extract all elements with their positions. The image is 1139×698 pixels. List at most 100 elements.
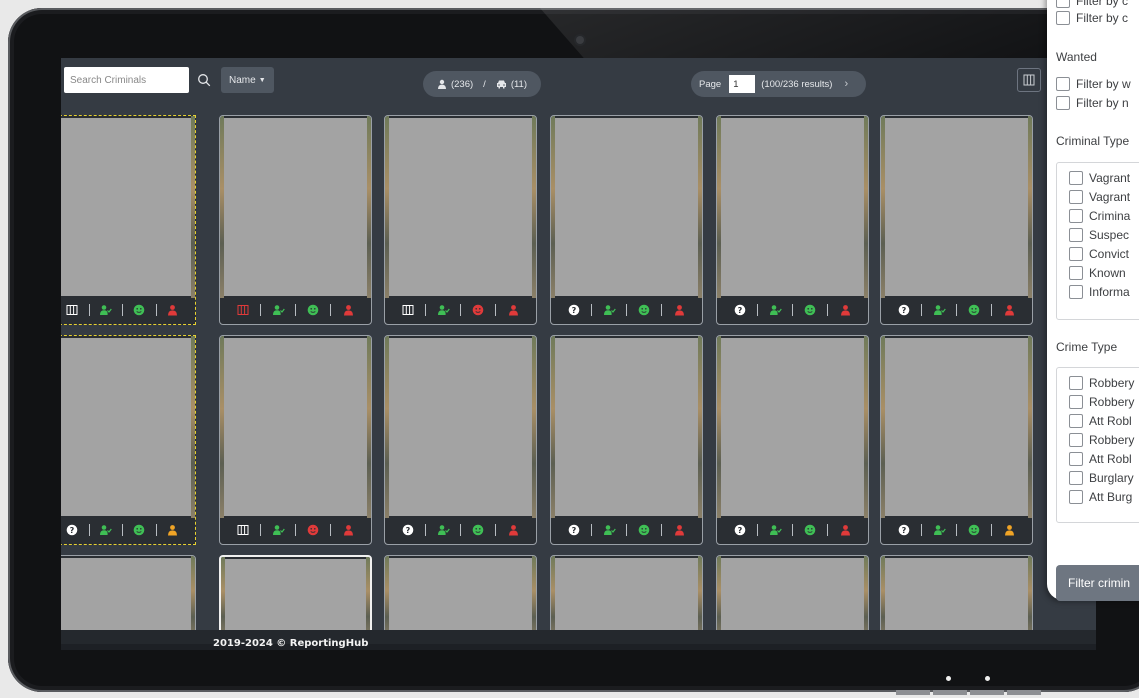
question-icon[interactable]: ? bbox=[897, 303, 911, 317]
search-button[interactable] bbox=[189, 67, 219, 93]
face-icon[interactable] bbox=[132, 303, 146, 317]
criminal-photo[interactable] bbox=[220, 116, 371, 298]
criminal-card[interactable] bbox=[550, 555, 703, 640]
filter-option[interactable]: Informa bbox=[1069, 285, 1130, 299]
person-icon[interactable] bbox=[506, 303, 520, 317]
criminal-photo[interactable] bbox=[385, 116, 536, 298]
criminal-photo[interactable] bbox=[221, 557, 370, 638]
record-counts[interactable]: (236) / (11) bbox=[423, 71, 541, 97]
filter-option[interactable]: Att Robl bbox=[1069, 414, 1132, 428]
face-icon[interactable] bbox=[637, 303, 651, 317]
filter-row[interactable]: Filter by c bbox=[1056, 11, 1128, 25]
filter-checkbox[interactable] bbox=[1056, 77, 1070, 91]
user-check-icon[interactable] bbox=[602, 303, 616, 317]
user-check-icon[interactable] bbox=[271, 303, 285, 317]
face-icon[interactable] bbox=[803, 303, 817, 317]
filter-row[interactable]: Filter by w bbox=[1056, 77, 1131, 91]
criminal-card[interactable] bbox=[384, 555, 537, 640]
person-icon[interactable] bbox=[1002, 523, 1016, 537]
filter-option[interactable]: Robbery bbox=[1069, 433, 1134, 447]
person-icon[interactable] bbox=[166, 303, 180, 317]
filter-checkbox[interactable] bbox=[1069, 452, 1083, 466]
face-icon[interactable] bbox=[471, 523, 485, 537]
filter-option[interactable]: Convict bbox=[1069, 247, 1129, 261]
search-input[interactable] bbox=[64, 67, 189, 93]
person-icon[interactable] bbox=[838, 523, 852, 537]
user-check-icon[interactable] bbox=[932, 303, 946, 317]
filter-option[interactable]: Att Burg bbox=[1069, 490, 1132, 504]
face-icon[interactable] bbox=[803, 523, 817, 537]
person-icon[interactable] bbox=[341, 303, 355, 317]
criminal-photo[interactable] bbox=[385, 336, 536, 518]
face-icon[interactable] bbox=[967, 523, 981, 537]
filter-checkbox[interactable] bbox=[1069, 190, 1083, 204]
criminal-card[interactable] bbox=[716, 555, 869, 640]
filter-row[interactable]: Filter by n bbox=[1056, 96, 1129, 110]
criminal-card[interactable]: ? bbox=[384, 335, 537, 545]
filter-checkbox[interactable] bbox=[1056, 96, 1070, 110]
face-icon[interactable] bbox=[132, 523, 146, 537]
person-icon[interactable] bbox=[1002, 303, 1016, 317]
person-icon[interactable] bbox=[672, 303, 686, 317]
next-page-button[interactable]: › bbox=[844, 78, 848, 90]
criminal-card[interactable] bbox=[384, 115, 537, 325]
criminal-card[interactable]: ? bbox=[880, 115, 1033, 325]
filter-option[interactable]: Att Robl bbox=[1069, 452, 1132, 466]
question-icon[interactable]: ? bbox=[733, 303, 747, 317]
criminal-card[interactable] bbox=[219, 335, 372, 545]
filter-option[interactable]: Burglary bbox=[1069, 471, 1134, 485]
user-check-icon[interactable] bbox=[99, 303, 113, 317]
criminal-photo[interactable] bbox=[61, 336, 195, 518]
criminal-photo[interactable] bbox=[61, 556, 195, 639]
filter-option[interactable]: Crimina bbox=[1069, 209, 1130, 223]
question-icon[interactable]: ? bbox=[567, 523, 581, 537]
person-icon[interactable] bbox=[838, 303, 852, 317]
face-icon[interactable] bbox=[471, 303, 485, 317]
criminal-photo[interactable] bbox=[551, 116, 702, 298]
user-check-icon[interactable] bbox=[436, 303, 450, 317]
criminal-card[interactable]: ? bbox=[550, 335, 703, 545]
criminal-photo[interactable] bbox=[220, 336, 371, 518]
filter-option[interactable]: Robbery bbox=[1069, 376, 1134, 390]
question-icon[interactable]: ? bbox=[897, 523, 911, 537]
criminal-card[interactable] bbox=[880, 555, 1033, 640]
criminal-card[interactable]: ? bbox=[716, 335, 869, 545]
criminal-photo[interactable] bbox=[717, 556, 868, 639]
filter-checkbox[interactable] bbox=[1069, 171, 1083, 185]
filter-checkbox[interactable] bbox=[1069, 228, 1083, 242]
criminal-photo[interactable] bbox=[551, 556, 702, 639]
filter-checkbox[interactable] bbox=[1069, 414, 1083, 428]
filter-checkbox[interactable] bbox=[1069, 395, 1083, 409]
user-check-icon[interactable] bbox=[932, 523, 946, 537]
filter-checkbox[interactable] bbox=[1069, 209, 1083, 223]
criminal-photo[interactable] bbox=[717, 116, 868, 298]
criminal-card[interactable] bbox=[61, 555, 196, 640]
filter-option[interactable]: Vagrant bbox=[1069, 190, 1130, 204]
filter-checkbox[interactable] bbox=[1069, 490, 1083, 504]
user-check-icon[interactable] bbox=[436, 523, 450, 537]
criminal-photo[interactable] bbox=[881, 336, 1032, 518]
criminal-photo[interactable] bbox=[717, 336, 868, 518]
columns-icon[interactable] bbox=[401, 303, 415, 317]
filter-option[interactable]: Vagrant bbox=[1069, 171, 1130, 185]
user-check-icon[interactable] bbox=[768, 303, 782, 317]
criminal-card[interactable]: ? bbox=[61, 335, 196, 545]
face-icon[interactable] bbox=[306, 303, 320, 317]
columns-icon[interactable] bbox=[65, 303, 79, 317]
page-number-input[interactable] bbox=[729, 75, 756, 93]
filter-checkbox[interactable] bbox=[1069, 247, 1083, 261]
person-icon[interactable] bbox=[506, 523, 520, 537]
filter-checkbox[interactable] bbox=[1069, 285, 1083, 299]
criminal-card[interactable]: ? bbox=[880, 335, 1033, 545]
filter-option[interactable]: Robbery bbox=[1069, 395, 1134, 409]
person-icon[interactable] bbox=[341, 523, 355, 537]
criminal-photo[interactable] bbox=[61, 116, 195, 298]
question-icon[interactable]: ? bbox=[733, 523, 747, 537]
filter-option[interactable]: Suspec bbox=[1069, 228, 1129, 242]
user-check-icon[interactable] bbox=[99, 523, 113, 537]
person-icon[interactable] bbox=[672, 523, 686, 537]
user-check-icon[interactable] bbox=[271, 523, 285, 537]
criminal-card[interactable] bbox=[219, 555, 372, 640]
sort-dropdown[interactable]: Name ▼ bbox=[221, 67, 274, 93]
filter-checkbox[interactable] bbox=[1056, 0, 1070, 8]
